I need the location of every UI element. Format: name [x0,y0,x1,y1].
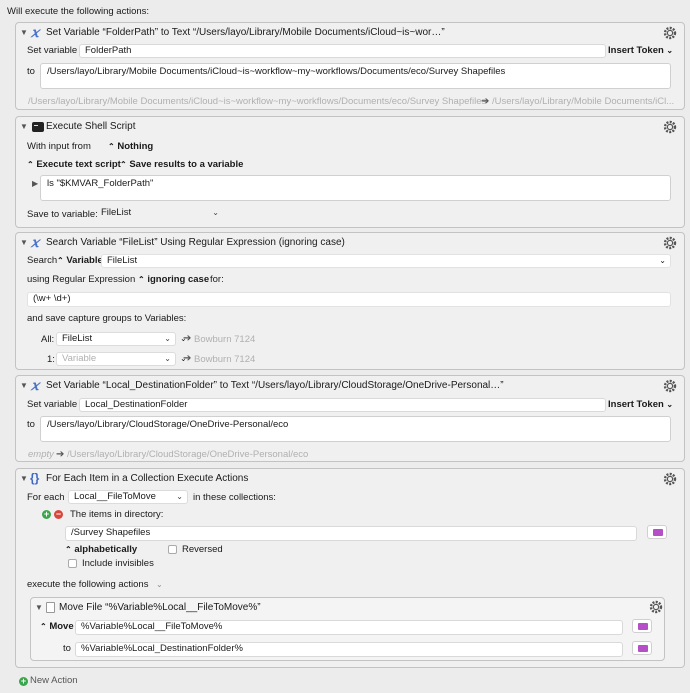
chevron-down-icon: ⌄ [212,208,219,217]
include-invisibles-label: Include invisibles [82,558,154,569]
for-each-label: For each [27,492,65,503]
gear-icon[interactable] [663,236,677,250]
preview-right: /Users/layo/Library/CloudStorage/OneDriv… [67,449,309,460]
action-title: Set Variable “FolderPath” to Text “/User… [46,27,445,38]
action-title: Search Variable “FileList” Using Regular… [46,237,345,248]
disclosure-triangle-icon[interactable]: ▼ [20,122,28,131]
variable-x-icon: 𝑥 [31,25,39,41]
group1-variable-field[interactable]: Variable ⌄ [56,352,176,366]
disclosure-triangle-icon[interactable]: ▼ [35,603,43,612]
action-set-variable-folderpath[interactable]: ▼ 𝑥 Set Variable “FolderPath” to Text “/… [15,22,685,110]
set-variable-label: Set variable [27,399,78,410]
insert-token-button[interactable]: Insert Token ⌄ [608,399,673,411]
preview-left: /Users/layo/Library/Mobile Documents/iCl… [28,96,487,107]
terminal-icon [32,122,44,132]
chevron-down-icon[interactable]: ⌄ [156,579,163,591]
preview-arrow-icon: ➔ [183,353,192,364]
sort-mode-popup[interactable]: ⌃ alphabetically [65,544,137,556]
all-preview: Bowburn 7124 [194,334,256,345]
remove-collection-icon[interactable]: − [54,510,63,519]
gear-icon[interactable] [663,120,677,134]
execute-following-label: execute the following actions [27,579,149,590]
input-source-popup[interactable]: ⌃ Nothing [108,141,153,153]
execute-mode-popup[interactable]: ⌃ Execute text script [27,159,121,171]
disclosure-small-icon[interactable]: ▶ [32,179,38,188]
action-title: For Each Item in a Collection Execute Ac… [46,473,249,484]
collections-label: in these collections: [193,492,276,503]
disclosure-triangle-icon[interactable]: ▼ [20,238,28,247]
save-mode-popup[interactable]: ⌃ Save results to a variable [120,159,243,171]
action-execute-shell-script[interactable]: ▼ Execute Shell Script With input from ⌃… [15,116,685,228]
save-to-variable-field[interactable]: FileList ⌄ [96,207,223,221]
disclosure-triangle-icon[interactable]: ▼ [20,474,28,483]
text-value-area[interactable]: /Users/layo/Library/Mobile Documents/iCl… [40,63,671,89]
action-title: Move File “%Variable%Local__FileToMove%” [59,602,261,613]
move-mode-popup[interactable]: ⌃ Move [40,621,74,633]
variable-name-field[interactable]: Local_DestinationFolder [79,398,606,412]
source-path-field[interactable]: %Variable%Local__FileToMove% [75,620,623,635]
folder-icon[interactable] [632,641,652,655]
preview-arrow-icon: ➔ [183,333,192,344]
new-action-plus-icon[interactable]: + [19,677,28,686]
variable-x-icon: 𝑥 [31,378,39,394]
action-title: Set Variable “Local_DestinationFolder” t… [46,380,504,391]
chevron-down-icon: ⌄ [164,334,171,343]
braces-icon: {} [30,471,40,485]
search-label: Search [27,255,58,266]
new-action-link[interactable]: New Action [30,675,78,687]
gear-icon[interactable] [649,600,663,614]
for-label: for: [210,274,224,285]
action-title: Execute Shell Script [46,121,136,132]
using-regex-label: using Regular Expression [27,274,136,285]
folder-icon[interactable] [632,619,652,633]
regex-field[interactable]: (\w+ \d+) [27,292,671,307]
reversed-checkbox[interactable] [168,545,177,554]
all-label: All: [41,334,55,345]
chevron-down-icon: ⌄ [659,256,666,265]
action-move-file[interactable]: ▼ Move File “%Variable%Local__FileToMove… [30,597,665,661]
gear-icon[interactable] [663,26,677,40]
search-type-popup[interactable]: ⌃ Variable [57,255,103,267]
gear-icon[interactable] [663,472,677,486]
preview-arrow-icon: ➔ [481,96,490,107]
variable-name-field[interactable]: FolderPath [79,44,606,58]
file-icon [46,602,55,613]
to-label: to [63,643,71,654]
with-input-label: With input from [27,141,91,152]
group1-preview: Bowburn 7124 [194,354,256,365]
preview-right: /Users/layo/Library/Mobile Documents/iCl… [492,96,675,107]
variable-x-icon: 𝑥 [31,235,39,251]
text-value-area[interactable]: /Users/layo/Library/CloudStorage/OneDriv… [40,416,671,442]
gear-icon[interactable] [663,379,677,393]
save-to-variable-label: Save to variable: [27,209,98,220]
preview-left: empty [28,449,54,460]
case-mode-popup[interactable]: ⌃ ignoring case [138,274,209,286]
for-each-variable-field[interactable]: Local__FileToMove ⌄ [68,490,188,504]
disclosure-triangle-icon[interactable]: ▼ [20,28,28,37]
destination-path-field[interactable]: %Variable%Local_DestinationFolder% [75,642,623,657]
items-in-directory-label: The items in directory: [70,509,164,520]
script-text-area[interactable]: ls "$KMVAR_FolderPath" [40,175,671,201]
action-search-variable-regex[interactable]: ▼ 𝑥 Search Variable “FileList” Using Reg… [15,232,685,370]
include-invisibles-checkbox[interactable] [68,559,77,568]
preview-arrow-icon: ➔ [56,449,65,460]
all-variable-field[interactable]: FileList ⌄ [56,332,176,346]
header-title: Will execute the following actions: [7,6,150,17]
reversed-label: Reversed [182,544,223,555]
disclosure-triangle-icon[interactable]: ▼ [20,381,28,390]
to-label: to [27,66,35,77]
set-variable-label: Set variable [27,45,78,56]
chevron-down-icon: ⌄ [164,354,171,363]
directory-field[interactable]: /Survey Shapefiles [65,526,637,541]
capture-groups-label: and save capture groups to Variables: [27,313,187,324]
action-set-variable-destination[interactable]: ▼ 𝑥 Set Variable “Local_DestinationFolde… [15,375,685,462]
insert-token-button[interactable]: Insert Token ⌄ [608,45,673,57]
group1-label: 1: [47,354,55,365]
to-label: to [27,419,35,430]
add-collection-icon[interactable]: + [42,510,51,519]
search-variable-field[interactable]: FileList ⌄ [101,254,671,268]
folder-icon[interactable] [647,525,667,539]
chevron-down-icon: ⌄ [176,492,183,501]
